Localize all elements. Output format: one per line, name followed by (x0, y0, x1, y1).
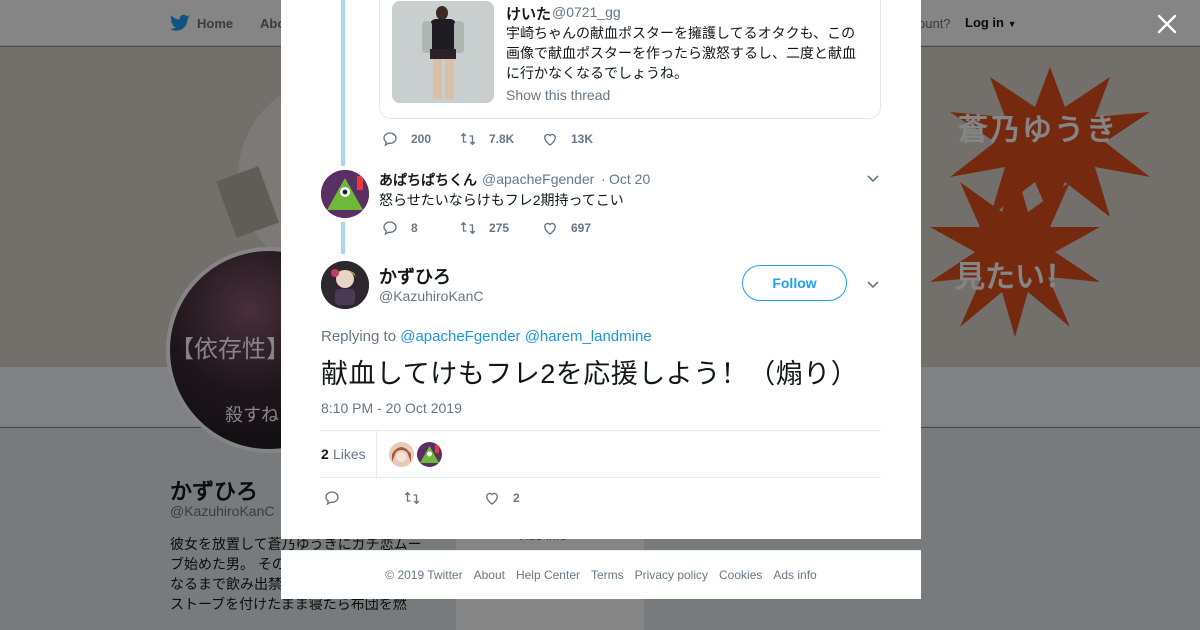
reply-author-handle[interactable]: @apacheFgender (482, 171, 594, 187)
retweet-action[interactable] (403, 489, 483, 507)
reply-author-avatar[interactable] (321, 170, 369, 218)
tweet-author-avatar[interactable] (321, 261, 369, 309)
chevron-down-icon[interactable] (866, 277, 880, 291)
heart-icon (544, 222, 556, 235)
reply-actions: 8 275 697 (381, 219, 591, 237)
footer-privacy[interactable]: Privacy policy (635, 568, 708, 582)
retweet-icon (404, 491, 420, 505)
mention-link[interactable]: @apacheFgender (400, 328, 520, 345)
mention-link[interactable]: @harem_landmine (525, 328, 652, 345)
liker-avatar[interactable] (417, 442, 442, 467)
retweet-action[interactable]: 275 (459, 219, 541, 237)
divider (376, 431, 377, 477)
reply-tweet-text: 怒らせたいならけもフレ2期持ってこい (379, 192, 624, 208)
pyramid-avatar-icon (417, 442, 442, 467)
reply-count: 8 (411, 221, 418, 235)
reply-icon (383, 221, 397, 236)
reply-count: 200 (411, 132, 432, 146)
footer-copyright: © 2019 Twitter (385, 568, 463, 582)
thread-line (341, 222, 345, 254)
follow-button[interactable]: Follow (742, 265, 847, 301)
liker-avatar-icon (389, 442, 414, 467)
tweet-text: 献血してけもフレ2を応援しよう！（煽り） (321, 359, 859, 389)
likes-count[interactable]: 2 (321, 446, 329, 462)
like-count: 2 (513, 491, 520, 505)
thread-line (341, 0, 345, 166)
like-action[interactable]: 697 (541, 219, 591, 237)
quoted-tweet-card[interactable]: けいた @0721_gg 宇崎ちゃんの献血ポスターを擁護してるオタクも、この画像… (379, 0, 881, 119)
tweet-timestamp[interactable]: 8:10 PM - 20 Oct 2019 (321, 400, 462, 416)
reply-date[interactable]: Oct 20 (609, 171, 650, 187)
person-photo-icon (392, 1, 494, 103)
retweet-icon (460, 221, 476, 235)
retweet-count: 7.8K (489, 132, 515, 146)
like-action[interactable]: 13K (541, 130, 593, 148)
pyramid-avatar-icon (321, 170, 369, 218)
tweet-author-name[interactable]: かずひろ (379, 263, 451, 289)
liker-avatar[interactable] (389, 442, 414, 467)
quoted-author-name[interactable]: けいた (506, 3, 551, 24)
reply-author-name[interactable]: あぱちぱちくん (379, 170, 477, 190)
close-icon[interactable] (1155, 12, 1179, 36)
reply-action[interactable] (323, 489, 403, 507)
footer: © 2019 Twitter About Help Center Terms P… (281, 550, 921, 599)
quoted-actions: 200 7.8K 13K (381, 130, 593, 148)
anime-avatar-icon (321, 261, 369, 309)
tweet-actions: 2 (323, 489, 520, 507)
tweet-author-handle[interactable]: @KazuhiroKanC (379, 288, 484, 304)
quoted-tweet-text: 宇崎ちゃんの献血ポスターを擁護してるオタクも、この画像で献血ポスターを作ったら激… (506, 25, 856, 81)
retweet-icon (460, 132, 476, 146)
replying-label: Replying to (321, 328, 397, 345)
chevron-down-icon[interactable] (866, 171, 880, 185)
tweet-stats: 2 Likes (321, 430, 881, 478)
like-count: 13K (571, 132, 594, 146)
tweet-modal: けいた @0721_gg 宇崎ちゃんの献血ポスターを擁護してるオタクも、この画像… (281, 0, 921, 539)
replying-to: Replying to @apacheFgender @harem_landmi… (321, 328, 652, 345)
quoted-tweet-image[interactable] (392, 1, 494, 103)
heart-icon (544, 133, 556, 146)
footer-terms[interactable]: Terms (591, 568, 624, 582)
like-count: 697 (571, 221, 592, 235)
footer-help[interactable]: Help Center (516, 568, 580, 582)
separator-dot: · (601, 171, 606, 187)
reply-icon (383, 132, 397, 147)
footer-cookies[interactable]: Cookies (719, 568, 762, 582)
footer-ads[interactable]: Ads info (773, 568, 816, 582)
footer-about[interactable]: About (474, 568, 505, 582)
retweet-action[interactable]: 7.8K (459, 130, 541, 148)
reply-action[interactable]: 8 (381, 219, 459, 237)
show-thread-link[interactable]: Show this thread (506, 87, 610, 103)
retweet-count: 275 (489, 221, 510, 235)
like-action[interactable]: 2 (483, 489, 520, 507)
heart-icon (486, 492, 498, 505)
likes-label[interactable]: Likes (333, 446, 366, 462)
reply-action[interactable]: 200 (381, 130, 459, 148)
quoted-author-handle[interactable]: @0721_gg (552, 4, 621, 20)
reply-icon (325, 491, 339, 506)
